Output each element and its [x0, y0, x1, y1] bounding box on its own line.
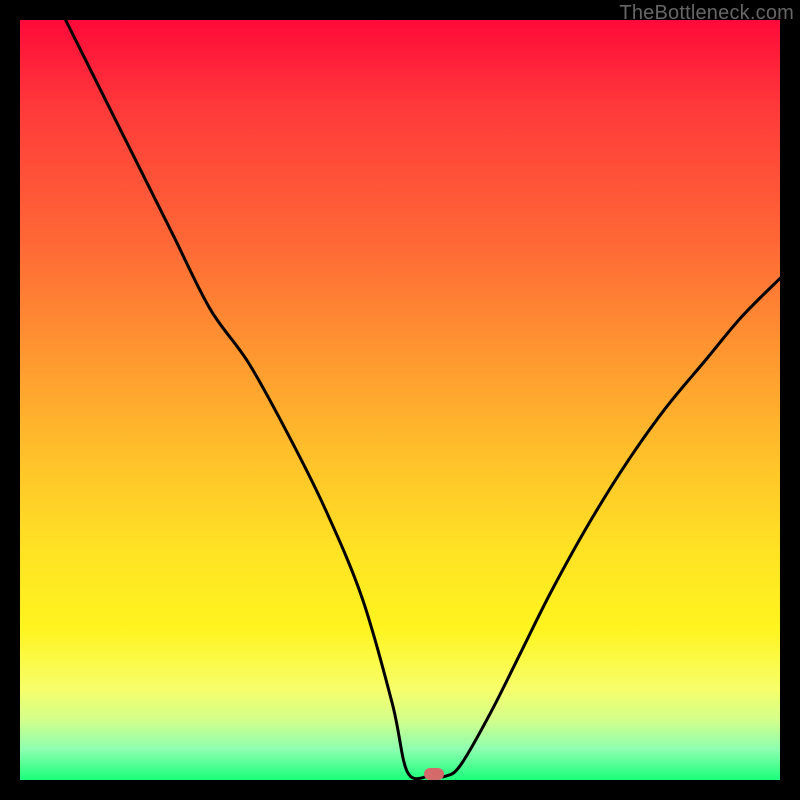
bottleneck-marker — [424, 768, 444, 780]
bottleneck-curve — [20, 20, 780, 780]
plot-area — [20, 20, 780, 780]
watermark-text: TheBottleneck.com — [619, 2, 794, 25]
chart-frame: TheBottleneck.com — [0, 0, 800, 800]
